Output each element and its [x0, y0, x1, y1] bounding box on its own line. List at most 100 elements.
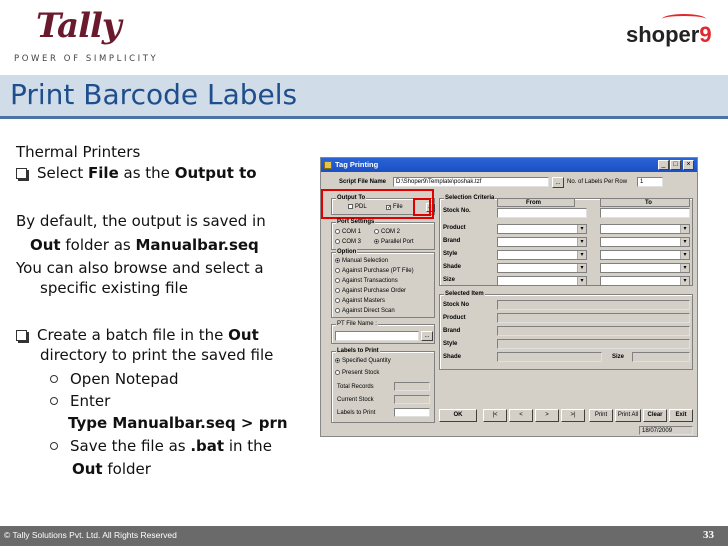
style-from-select[interactable] [497, 250, 587, 260]
radio-icon [335, 298, 340, 303]
last-button[interactable]: >| [561, 409, 585, 422]
product-to-select[interactable] [600, 224, 690, 234]
stock-to-input[interactable] [600, 208, 690, 218]
radio-icon [335, 288, 340, 293]
total-records-label: Total Records [337, 384, 374, 390]
product-from-select[interactable] [497, 224, 587, 234]
style-to-select[interactable] [600, 250, 690, 260]
circle-bullet-icon [50, 442, 58, 450]
com3-label: COM 3 [342, 239, 362, 245]
opt-label: Against Direct Scan [342, 308, 395, 314]
maximize-icon[interactable]: □ [670, 160, 681, 170]
radio-icon [335, 239, 340, 244]
script-file-input[interactable]: D:\Shoper9\Template\poshak.tzf [393, 177, 549, 187]
exit-button[interactable]: Exit [669, 409, 693, 422]
labels-per-row-label: No. of Labels Per Row [567, 179, 628, 185]
script-file-label: Script File Name [339, 179, 387, 185]
status-date: 18/07/2009 [639, 426, 693, 435]
brand-from-select[interactable] [497, 237, 587, 247]
size-from-select[interactable] [497, 276, 587, 286]
body-line-out-folder-2: Out folder [72, 459, 151, 479]
labels-to-print-group: Labels to Print Specified Quantity Prese… [331, 348, 435, 423]
stock-from-input[interactable] [497, 208, 587, 218]
selected-item-label: Selected Item [444, 291, 485, 297]
present-stock-radio[interactable]: Present Stock [335, 370, 379, 376]
size-to-select[interactable] [600, 276, 690, 286]
text-bold: Output to [174, 164, 257, 182]
text: Enter [70, 392, 111, 410]
com2-radio[interactable]: COM 2 [374, 229, 400, 235]
criteria-product-label: Product [443, 225, 466, 231]
pt-file-input[interactable] [335, 331, 419, 341]
minimize-icon[interactable]: _ [658, 160, 669, 170]
against-direct-scan-radio[interactable]: Against Direct Scan [335, 308, 395, 314]
si-size-label: Size [612, 354, 625, 360]
com3-radio[interactable]: COM 3 [335, 239, 361, 245]
shoper-logo-number: 9 [699, 22, 712, 47]
pt-browse-button[interactable]: ... [421, 331, 433, 341]
copyright-text: © Tally Solutions Pvt. Ltd. All Rights R… [4, 530, 177, 540]
text-bold: Out [72, 460, 103, 478]
print-all-button[interactable]: Print All [615, 409, 641, 422]
opt-label: Manual Selection [342, 258, 389, 264]
body-line-specific: specific existing file [40, 279, 188, 297]
radio-selected-icon [374, 239, 379, 244]
tag-printing-dialog: Tag Printing _ □ × Script File Name D:\S… [320, 157, 698, 437]
com2-label: COM 2 [381, 229, 401, 235]
labels-print-input[interactable] [394, 408, 430, 417]
first-button[interactable]: |< [483, 409, 507, 422]
against-purchase-radio[interactable]: Against Purchase (PT File) [335, 268, 414, 274]
option-group: Option Manual Selection Against Purchase… [331, 249, 435, 318]
title-rule [0, 116, 728, 119]
against-transactions-radio[interactable]: Against Transactions [335, 278, 398, 284]
script-browse-button[interactable]: ... [552, 177, 564, 188]
port-settings-group: Port Settings COM 1 COM 2 COM 3 Parallel… [331, 219, 435, 250]
tally-tagline: POWER OF SIMPLICITY [14, 54, 159, 64]
si-product-field [497, 313, 690, 323]
against-masters-radio[interactable]: Against Masters [335, 298, 385, 304]
next-button[interactable]: > [535, 409, 559, 422]
app-icon [324, 161, 332, 169]
labels-per-row-input[interactable]: 1 [637, 177, 663, 187]
shoper9-logo: shoper9 [626, 14, 712, 48]
si-product-label: Product [443, 315, 466, 321]
selected-item-group: Selected Item Stock No Product Brand Sty… [439, 291, 693, 370]
parallel-label: Parallel Port [381, 239, 414, 245]
opt-label: Against Purchase Order [342, 288, 407, 294]
command-text: Type Manualbar.seq > prn [68, 413, 288, 433]
shade-from-select[interactable] [497, 263, 587, 273]
si-style-label: Style [443, 341, 458, 347]
specified-quantity-radio[interactable]: Specified Quantity [335, 358, 391, 364]
parallel-port-radio[interactable]: Parallel Port [374, 239, 414, 245]
checkbox-bullet-icon [16, 330, 27, 341]
port-settings-label: Port Settings [336, 219, 376, 225]
clear-button[interactable]: Clear [643, 409, 667, 422]
radio-icon [335, 268, 340, 273]
to-header: To [600, 198, 690, 207]
tally-logo: Tally POWER OF SIMPLICITY [14, 6, 156, 66]
page-number: 33 [703, 529, 714, 541]
criteria-stock-label: Stock No. [443, 208, 471, 214]
ok-button[interactable]: OK [439, 409, 477, 422]
radio-icon [374, 229, 379, 234]
radio-selected-icon [335, 358, 340, 363]
body-line-default: By default, the output is saved in [16, 212, 266, 230]
print-button[interactable]: Print [589, 409, 613, 422]
labels-to-print-label: Labels to Print [336, 348, 380, 354]
brand-to-select[interactable] [600, 237, 690, 247]
manual-selection-radio[interactable]: Manual Selection [335, 258, 388, 264]
com1-radio[interactable]: COM 1 [335, 229, 361, 235]
previous-button[interactable]: < [509, 409, 533, 422]
criteria-brand-label: Brand [443, 238, 461, 244]
text: in the [224, 437, 272, 455]
shoper-logo-text: shoper [626, 22, 700, 47]
against-po-radio[interactable]: Against Purchase Order [335, 288, 406, 294]
si-shade-label: Shade [443, 354, 462, 360]
shade-to-select[interactable] [600, 263, 690, 273]
text-bold: Out [228, 326, 259, 344]
circle-bullet-icon [50, 397, 58, 405]
si-brand-field [497, 326, 690, 336]
close-icon[interactable]: × [683, 160, 694, 170]
body-line-thermal: Thermal Printers [16, 143, 141, 161]
text: Create a batch file in the [37, 326, 229, 344]
